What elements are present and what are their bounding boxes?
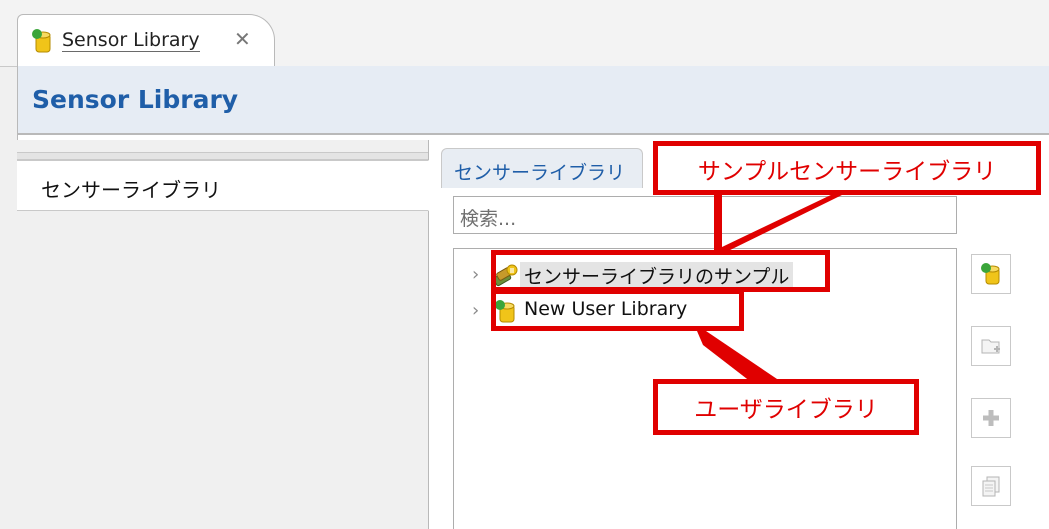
- add-folder-button[interactable]: [971, 326, 1011, 366]
- section-tab-sensor-library[interactable]: センサーライブラリ: [441, 148, 643, 188]
- editor-header: Sensor Library: [17, 66, 1049, 133]
- library-panel: センサーライブラリ 検索... › センサーライブラリのサンプル › New U…: [429, 140, 1049, 529]
- highlight-user-library: [491, 289, 744, 331]
- editor-tab-sensor-library[interactable]: Sensor Library ✕: [17, 14, 275, 66]
- add-library-button[interactable]: [971, 254, 1011, 294]
- tab-sensor-library-label: センサーライブラリ: [41, 178, 221, 202]
- editor-tab-label: Sensor Library: [62, 29, 200, 52]
- left-tab-strip: [17, 152, 428, 160]
- callout-user-library-text: ユーザライブラリ: [694, 397, 878, 423]
- add-sensor-icon: [983, 410, 999, 426]
- callout-user-library: ユーザライブラリ: [653, 379, 919, 435]
- chevron-right-icon[interactable]: ›: [472, 300, 479, 321]
- add-library-icon: [981, 263, 1000, 285]
- callout-sample-library: サンプルセンサーライブラリ: [653, 141, 1041, 195]
- chevron-right-icon[interactable]: ›: [472, 264, 479, 285]
- editor-tab-strip: Sensor Library ✕: [0, 0, 1049, 67]
- copy-button[interactable]: [971, 466, 1011, 506]
- section-tab-label: センサーライブラリ: [454, 162, 626, 184]
- callout-sample-library-text: サンプルセンサーライブラリ: [697, 159, 997, 185]
- left-tab-panel: センサーライブラリ: [17, 140, 429, 529]
- add-folder-icon: [981, 339, 1000, 354]
- copy-icon: [982, 476, 1000, 497]
- sensor-library-icon: [32, 29, 51, 53]
- tab-sensor-library[interactable]: センサーライブラリ: [17, 160, 429, 211]
- highlight-sample-library: [491, 250, 830, 292]
- search-input[interactable]: 検索...: [453, 196, 957, 234]
- page-title: Sensor Library: [32, 85, 239, 114]
- search-placeholder: 検索...: [460, 208, 517, 230]
- close-icon[interactable]: ✕: [234, 26, 251, 52]
- add-sensor-button[interactable]: [971, 398, 1011, 438]
